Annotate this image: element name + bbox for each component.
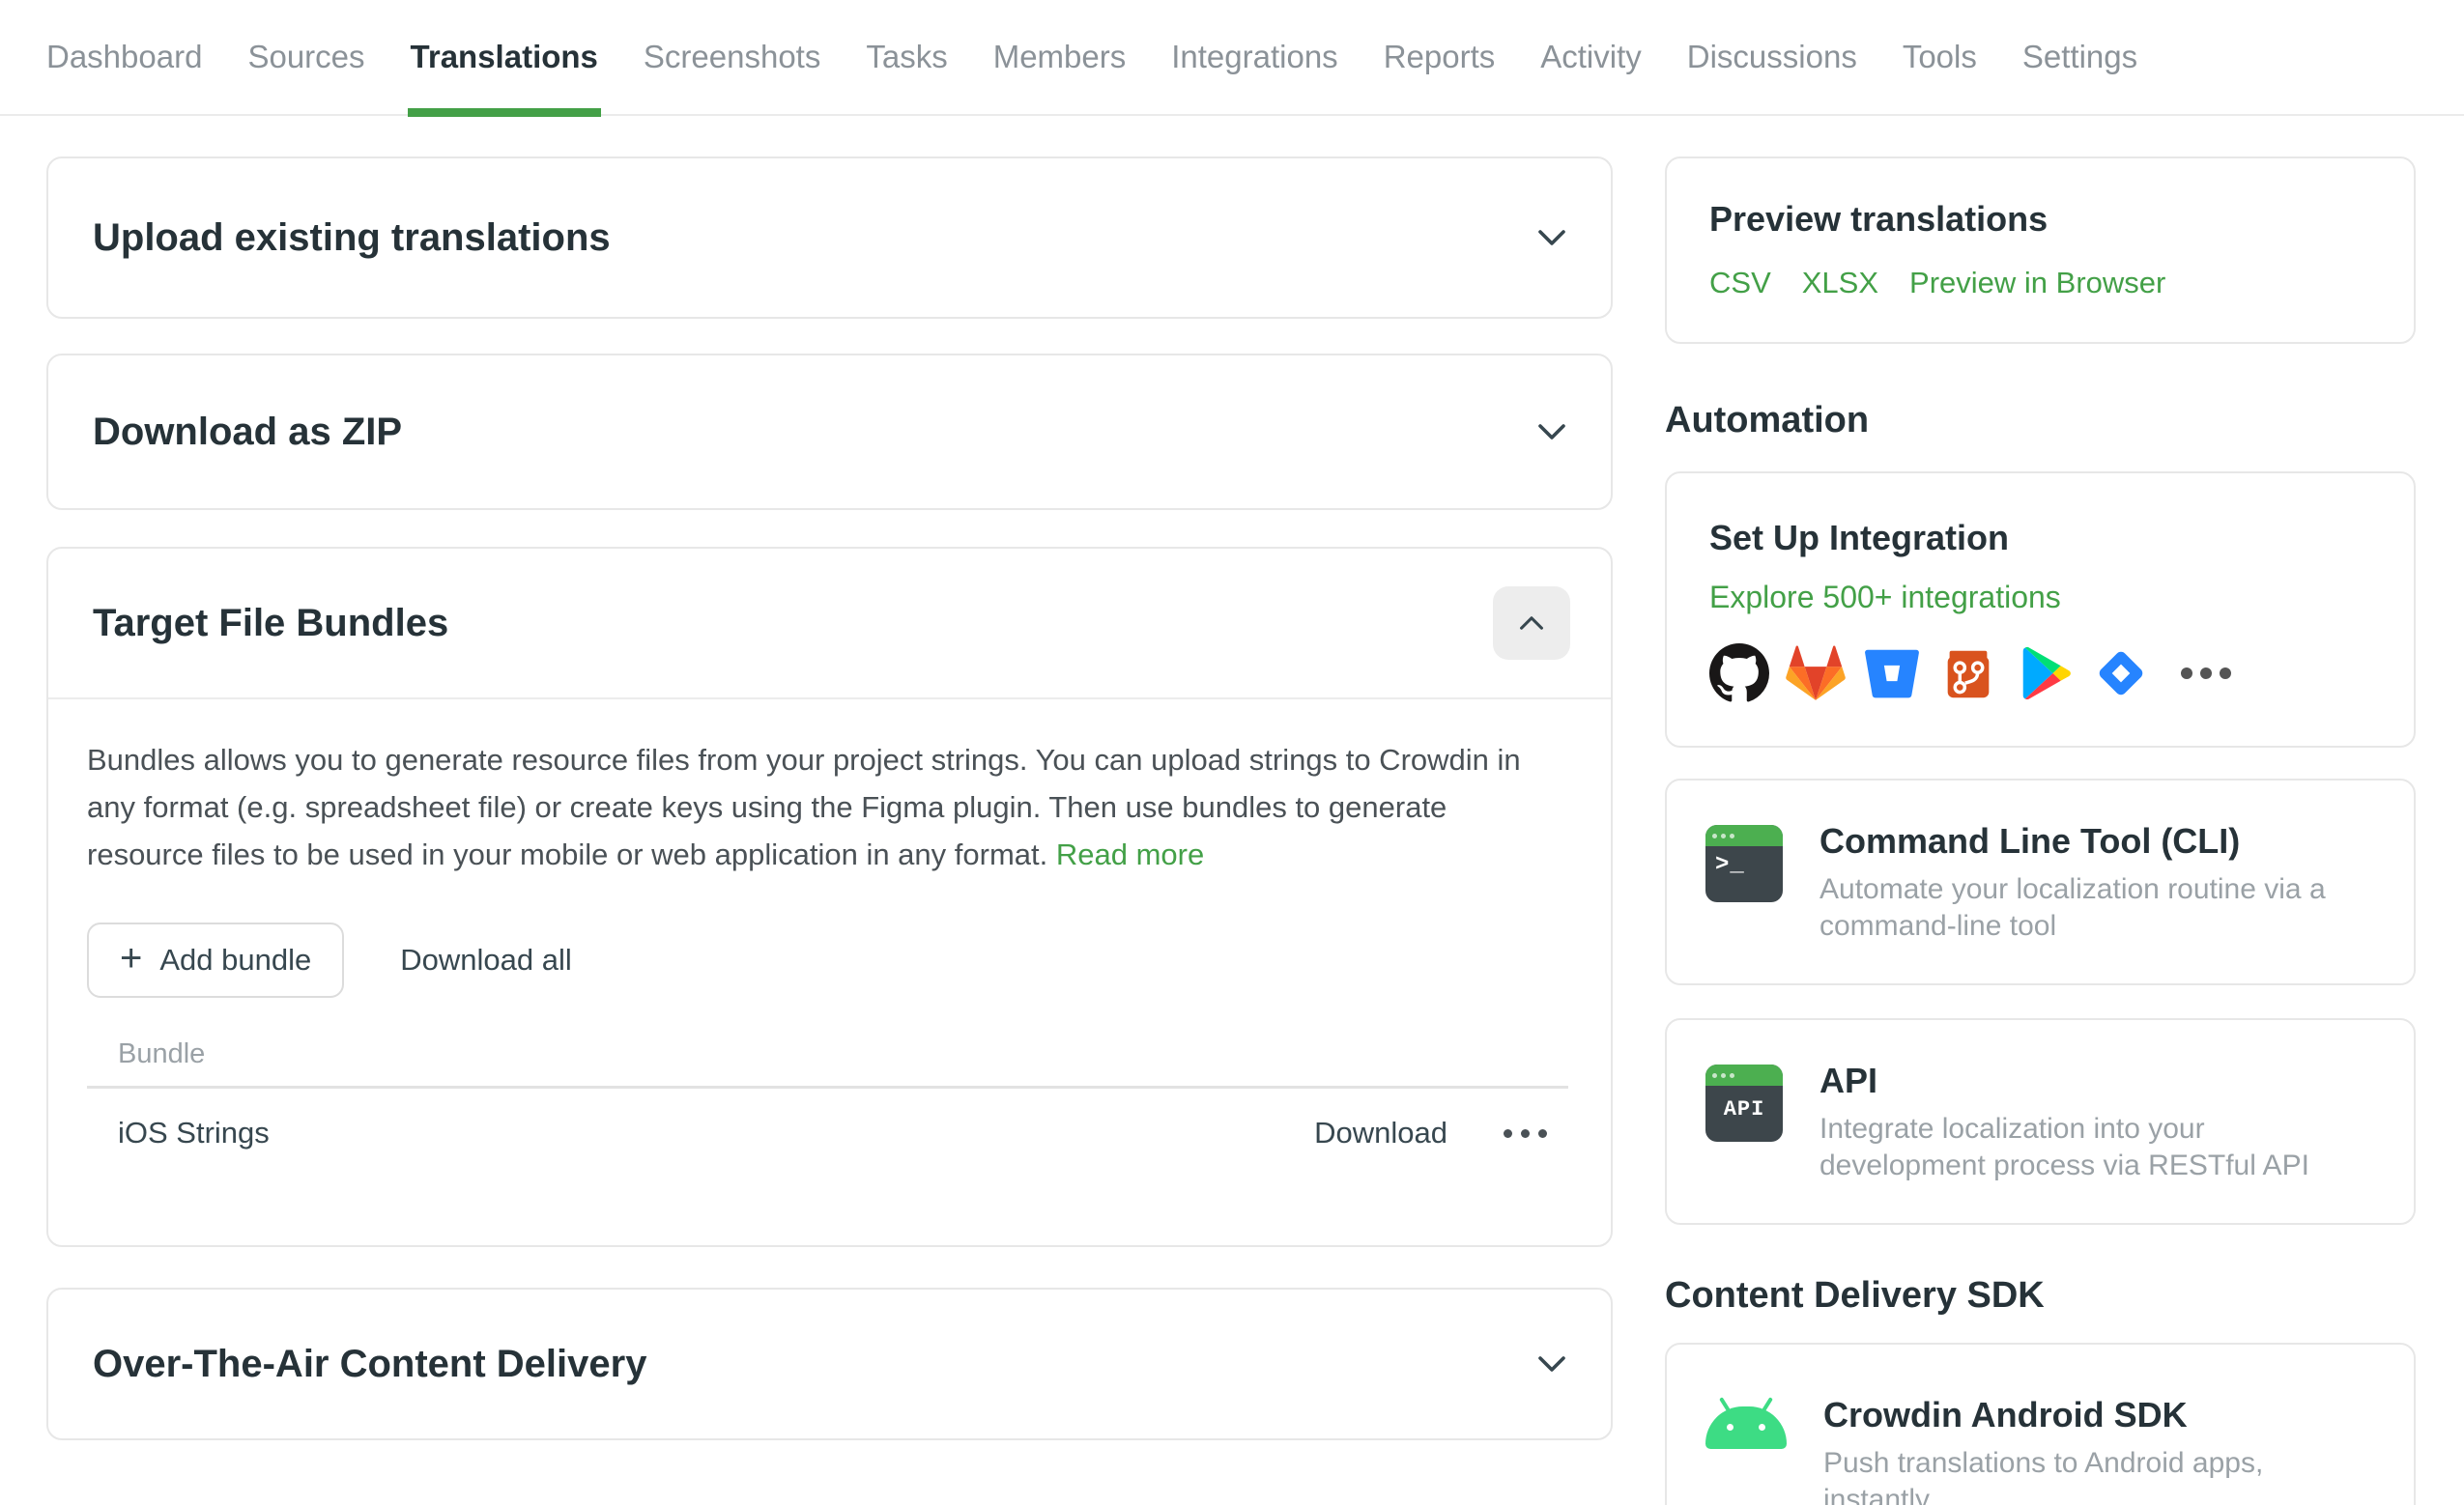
tab-dashboard[interactable]: Dashboard — [46, 0, 202, 115]
download-as-zip-panel[interactable]: Download as ZIP — [46, 354, 1613, 510]
explore-integrations-link[interactable]: Explore 500+ integrations — [1709, 578, 2061, 616]
android-sdk-card[interactable]: Crowdin Android SDK Push translations to… — [1665, 1343, 2416, 1505]
more-integrations-icon[interactable] — [2181, 667, 2231, 679]
translations-main-column: Upload existing translations Download as… — [46, 156, 1613, 1440]
set-up-integration-title: Set Up Integration — [1709, 516, 2371, 560]
preview-translations-title: Preview translations — [1709, 199, 2371, 240]
upload-existing-translations-panel[interactable]: Upload existing translations — [46, 156, 1613, 319]
set-up-integration-card: Set Up Integration Explore 500+ integrat… — [1665, 471, 2416, 748]
bitbucket-icon[interactable] — [1862, 643, 1922, 703]
api-card[interactable]: API API Integrate localization into your… — [1665, 1018, 2416, 1225]
cli-tool-title: Command Line Tool (CLI) — [1819, 819, 2375, 864]
tab-members[interactable]: Members — [993, 0, 1127, 115]
terminal-cli-icon: >_ — [1705, 825, 1783, 902]
api-description: Integrate localization into your develop… — [1819, 1111, 2375, 1184]
git-repository-icon[interactable] — [1938, 643, 1998, 703]
tab-tasks[interactable]: Tasks — [866, 0, 947, 115]
upload-panel-title: Upload existing translations — [93, 216, 611, 260]
api-text: API Integrate localization into your dev… — [1819, 1059, 2375, 1184]
jira-icon[interactable] — [2091, 643, 2151, 703]
bundle-more-menu-icon[interactable] — [1498, 1120, 1553, 1148]
chevron-down-icon — [1537, 229, 1566, 246]
read-more-link[interactable]: Read more — [1056, 838, 1204, 871]
android-sdk-description: Push translations to Android apps, insta… — [1823, 1445, 2375, 1505]
ota-panel-title: Over-The-Air Content Delivery — [93, 1343, 646, 1386]
translations-sidebar: Preview translations CSV XLSX Preview in… — [1665, 156, 2416, 1505]
target-file-bundles-title: Target File Bundles — [93, 602, 448, 645]
android-sdk-title: Crowdin Android SDK — [1823, 1393, 2375, 1437]
api-title: API — [1819, 1059, 2375, 1103]
tab-activity[interactable]: Activity — [1540, 0, 1642, 115]
collapse-panel-button[interactable] — [1493, 586, 1570, 660]
target-file-bundles-header[interactable]: Target File Bundles — [48, 549, 1611, 699]
project-tab-bar: Dashboard Sources Translations Screensho… — [0, 0, 2464, 116]
tab-integrations[interactable]: Integrations — [1171, 0, 1337, 115]
bundle-name[interactable]: iOS Strings — [118, 1116, 270, 1150]
automation-heading: Automation — [1665, 398, 2416, 442]
bundles-actions-row: + Add bundle Download all — [87, 923, 1568, 998]
github-icon[interactable] — [1709, 643, 1769, 703]
google-play-icon[interactable] — [2015, 643, 2075, 703]
gitlab-icon[interactable] — [1786, 643, 1846, 703]
tab-sources[interactable]: Sources — [247, 0, 364, 115]
target-file-bundles-panel: Target File Bundles Bundles allows you t… — [46, 547, 1613, 1247]
preview-xlsx-link[interactable]: XLSX — [1802, 265, 1878, 301]
bundles-description-text: Bundles allows you to generate resource … — [87, 743, 1521, 871]
bundle-row: iOS Strings Download — [87, 1089, 1568, 1178]
bundle-download-link[interactable]: Download — [1314, 1116, 1447, 1150]
terminal-api-icon: API — [1705, 1065, 1783, 1142]
target-file-bundles-body: Bundles allows you to generate resource … — [48, 699, 1611, 1245]
zip-panel-title: Download as ZIP — [93, 411, 402, 454]
preview-links-row: CSV XLSX Preview in Browser — [1709, 265, 2371, 301]
download-all-link[interactable]: Download all — [400, 943, 572, 978]
add-bundle-label: Add bundle — [159, 943, 311, 978]
chevron-down-icon — [1537, 423, 1566, 440]
tab-reports[interactable]: Reports — [1384, 0, 1496, 115]
tab-translations[interactable]: Translations — [411, 0, 598, 115]
preview-csv-link[interactable]: CSV — [1709, 265, 1771, 301]
chevron-down-icon — [1537, 1355, 1566, 1373]
bundles-description: Bundles allows you to generate resource … — [87, 736, 1536, 878]
preview-in-browser-link[interactable]: Preview in Browser — [1909, 265, 2165, 301]
android-icon — [1705, 1406, 1787, 1480]
integration-icons-row — [1709, 643, 2371, 703]
chevron-up-icon — [1519, 615, 1544, 631]
ota-content-delivery-panel[interactable]: Over-The-Air Content Delivery — [46, 1288, 1613, 1440]
preview-translations-card: Preview translations CSV XLSX Preview in… — [1665, 156, 2416, 344]
cli-tool-text: Command Line Tool (CLI) Automate your lo… — [1819, 819, 2375, 945]
cli-tool-description: Automate your localization routine via a… — [1819, 871, 2375, 945]
plus-icon: + — [120, 939, 142, 978]
cli-tool-card[interactable]: >_ Command Line Tool (CLI) Automate your… — [1665, 779, 2416, 985]
tab-screenshots[interactable]: Screenshots — [644, 0, 820, 115]
add-bundle-button[interactable]: + Add bundle — [87, 923, 344, 998]
tab-tools[interactable]: Tools — [1903, 0, 1977, 115]
tab-settings[interactable]: Settings — [2022, 0, 2137, 115]
bundle-column-header: Bundle — [87, 1038, 1568, 1070]
content-delivery-sdk-heading: Content Delivery SDK — [1665, 1273, 2416, 1318]
android-sdk-text: Crowdin Android SDK Push translations to… — [1823, 1393, 2375, 1480]
tab-discussions[interactable]: Discussions — [1687, 0, 1857, 115]
